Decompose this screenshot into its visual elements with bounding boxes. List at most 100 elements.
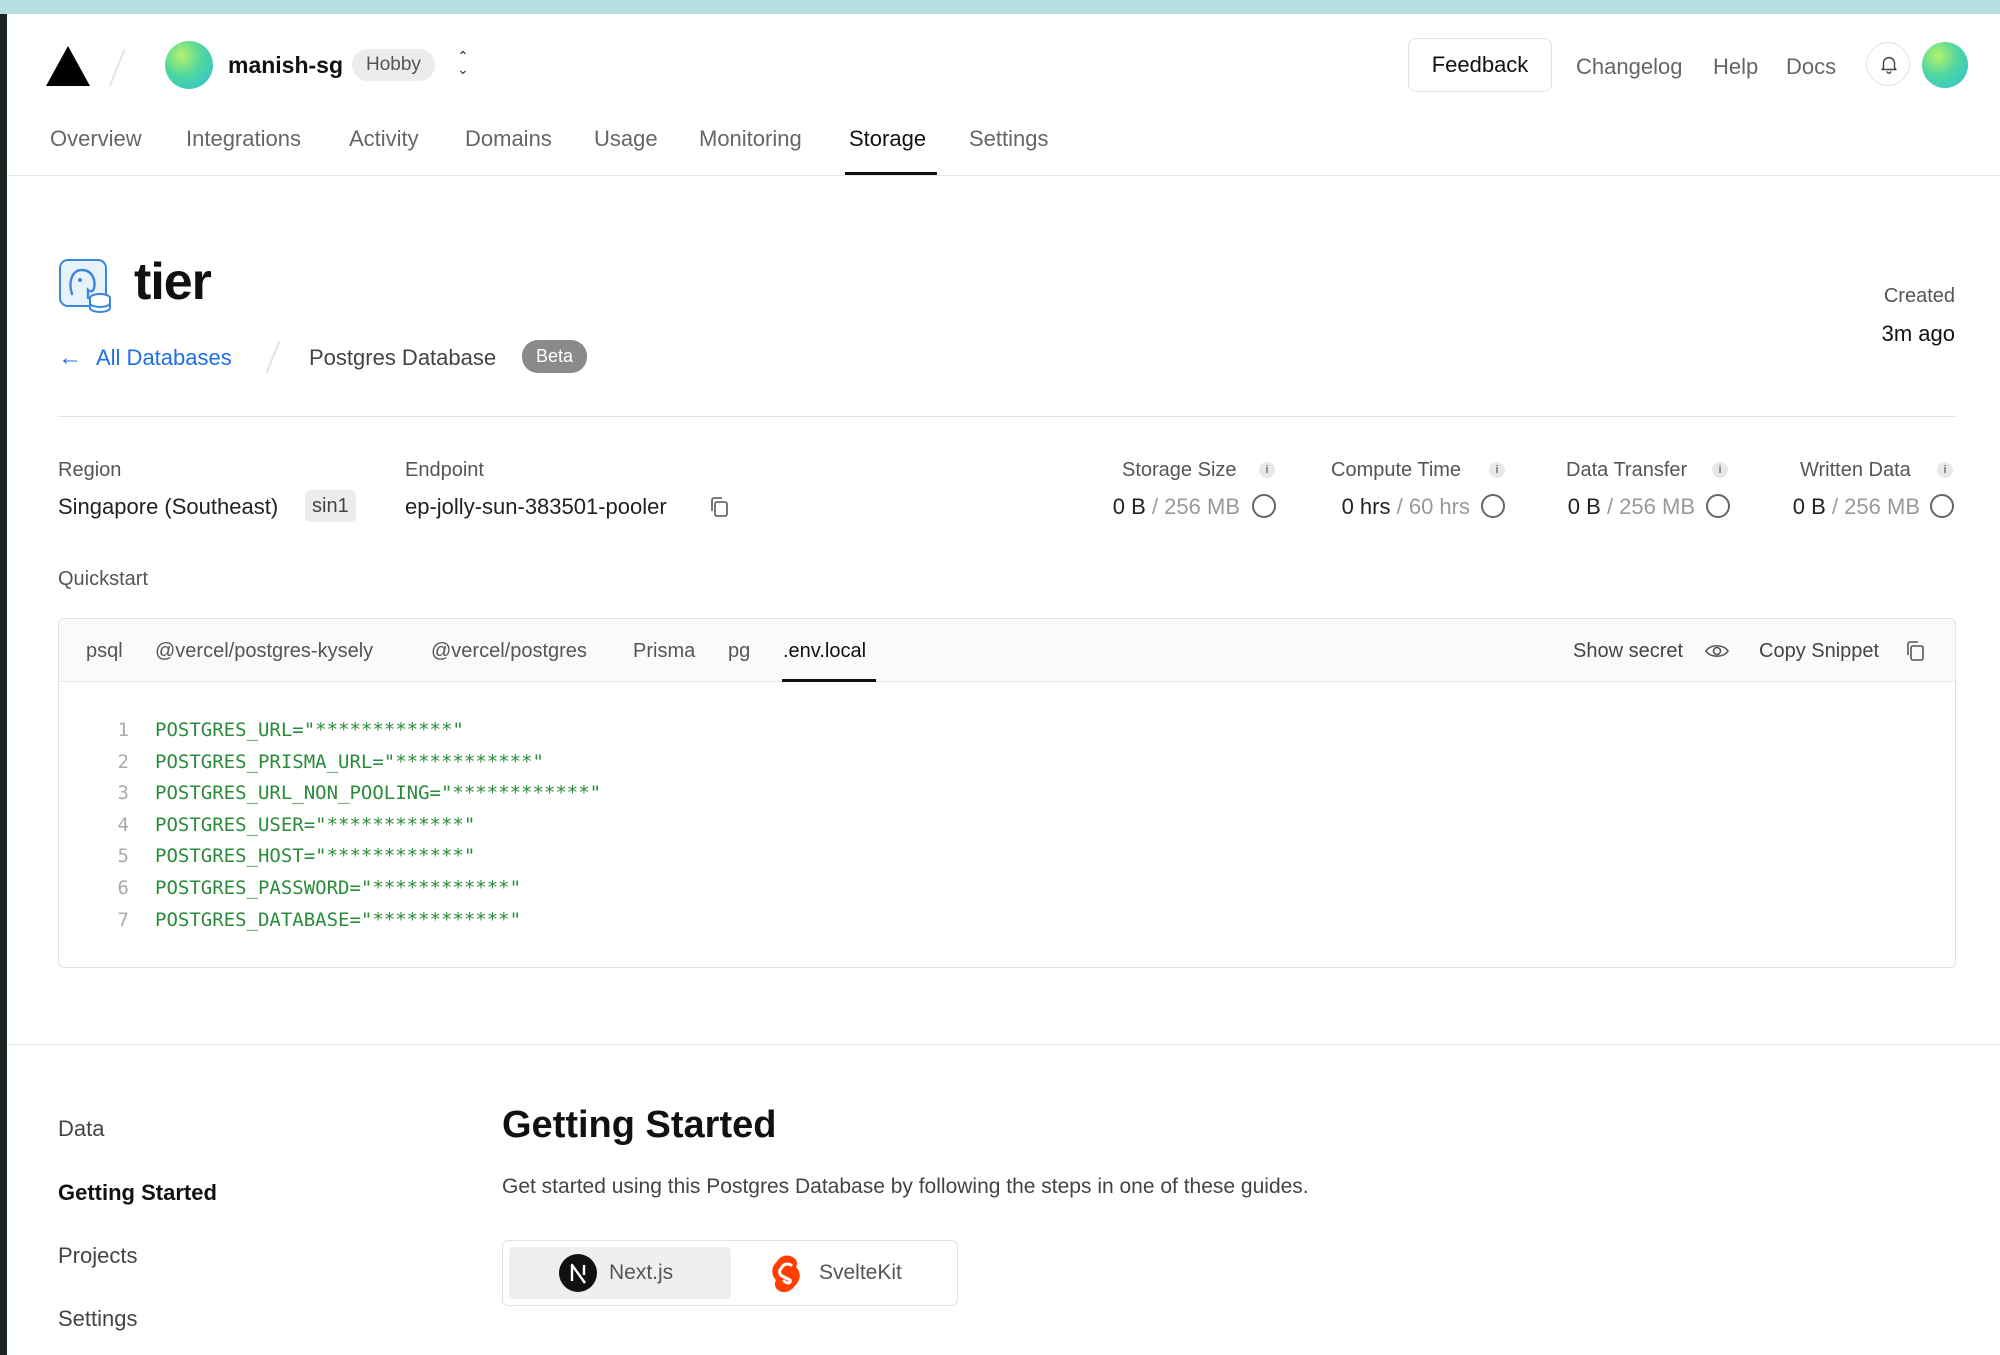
window-left-edge bbox=[0, 14, 7, 1355]
line-number: 6 bbox=[117, 877, 129, 899]
region-label: Region bbox=[58, 459, 122, 481]
line-number: 2 bbox=[117, 751, 129, 773]
sidebar-item-projects[interactable]: Projects bbox=[58, 1243, 137, 1269]
quickstart-code-panel: psql @vercel/postgres-kysely @vercel/pos… bbox=[58, 618, 1956, 968]
tab-activity[interactable]: Activity bbox=[349, 126, 419, 152]
vercel-logo-icon[interactable] bbox=[44, 44, 92, 88]
region-value: Singapore (Southeast) bbox=[58, 494, 279, 519]
line-number: 3 bbox=[117, 782, 129, 804]
eye-icon[interactable] bbox=[1705, 641, 1729, 661]
line-number: 7 bbox=[117, 909, 129, 931]
feedback-button[interactable]: Feedback bbox=[1408, 38, 1552, 92]
team-switcher-chevron-icon[interactable]: ⌃ ⌄ bbox=[452, 49, 474, 80]
transfer-usage-ring bbox=[1706, 494, 1730, 518]
notifications-button[interactable] bbox=[1866, 42, 1910, 86]
code-line: POSTGRES_HOST="************" bbox=[155, 845, 476, 867]
tab-psql[interactable]: psql bbox=[86, 640, 123, 663]
storage-usage-ring bbox=[1252, 494, 1276, 518]
code-line: POSTGRES_URL="************" bbox=[155, 719, 464, 741]
guide-sveltekit-button[interactable]: SvelteKit bbox=[735, 1247, 953, 1299]
compute-usage-ring bbox=[1481, 494, 1505, 518]
beta-badge: Beta bbox=[522, 340, 588, 373]
guide-nextjs-button[interactable]: Next.js bbox=[509, 1247, 731, 1299]
getting-started-title: Getting Started bbox=[502, 1104, 777, 1146]
data-transfer-value: 0 B / 256 MB bbox=[1567, 494, 1695, 519]
info-icon[interactable]: i bbox=[1712, 462, 1728, 478]
storage-size-value: 0 B / 256 MB bbox=[1112, 494, 1240, 519]
written-data-value: 0 B / 256 MB bbox=[1792, 494, 1920, 519]
code-line: POSTGRES_PRISMA_URL="************" bbox=[155, 751, 544, 773]
code-line: POSTGRES_DATABASE="************" bbox=[155, 909, 522, 931]
section-divider bbox=[7, 1044, 2000, 1045]
created-value: 3m ago bbox=[1881, 321, 1955, 346]
tab-overview[interactable]: Overview bbox=[50, 126, 142, 152]
tab-usage[interactable]: Usage bbox=[594, 126, 658, 152]
tab-prisma[interactable]: Prisma bbox=[633, 640, 695, 663]
show-secret-label: Show secret bbox=[1573, 640, 1684, 662]
compute-time-label: Compute Time bbox=[1331, 459, 1462, 481]
written-data-label: Written Data bbox=[1800, 459, 1911, 481]
database-name: tier bbox=[134, 253, 212, 311]
bell-icon bbox=[1881, 56, 1897, 74]
show-secret-button[interactable]: Show secret bbox=[1573, 640, 1683, 663]
postgres-database-icon bbox=[59, 259, 111, 313]
code-line: POSTGRES_PASSWORD="************" bbox=[155, 877, 522, 899]
active-snippet-tab-indicator bbox=[782, 679, 876, 682]
quickstart-label: Quickstart bbox=[58, 568, 149, 590]
changelog-link[interactable]: Changelog bbox=[1576, 54, 1682, 80]
database-type: Postgres Database bbox=[309, 345, 497, 370]
region-code-badge: sin1 bbox=[305, 490, 356, 522]
tab-env-local[interactable]: .env.local bbox=[783, 640, 866, 663]
tab-storage[interactable]: Storage bbox=[849, 126, 926, 152]
breadcrumb-separator bbox=[265, 340, 281, 374]
tab-vercel-postgres-kysely[interactable]: @vercel/postgres-kysely bbox=[155, 640, 373, 663]
header-separator bbox=[108, 49, 126, 87]
endpoint-value: ep-jolly-sun-383501-pooler bbox=[405, 494, 667, 519]
line-number: 5 bbox=[117, 845, 129, 867]
sidebar-item-getting-started[interactable]: Getting Started bbox=[58, 1180, 217, 1206]
plan-badge: Hobby bbox=[352, 49, 435, 81]
written-usage-ring bbox=[1930, 494, 1954, 518]
data-transfer-label: Data Transfer bbox=[1566, 459, 1688, 481]
info-icon[interactable]: i bbox=[1937, 462, 1953, 478]
line-number: 1 bbox=[117, 719, 129, 741]
info-icon[interactable]: i bbox=[1489, 462, 1505, 478]
tab-pg[interactable]: pg bbox=[728, 640, 750, 663]
nav-divider bbox=[7, 175, 2000, 176]
tab-integrations[interactable]: Integrations bbox=[186, 126, 301, 152]
copy-icon[interactable] bbox=[1905, 640, 1925, 662]
team-name[interactable]: manish-sg bbox=[228, 52, 343, 79]
created-label: Created bbox=[1883, 285, 1955, 307]
help-link[interactable]: Help bbox=[1713, 54, 1758, 80]
window-top-strip bbox=[0, 0, 2000, 14]
compute-time-value: 0 hrs / 60 hrs bbox=[1341, 494, 1470, 519]
tab-settings[interactable]: Settings bbox=[969, 126, 1049, 152]
tab-vercel-postgres[interactable]: @vercel/postgres bbox=[431, 640, 587, 663]
snippet-tabs: psql @vercel/postgres-kysely @vercel/pos… bbox=[59, 619, 1955, 682]
all-databases-link[interactable]: All Databases bbox=[96, 345, 232, 371]
team-avatar[interactable] bbox=[165, 41, 213, 89]
guide-sveltekit-label: SvelteKit bbox=[819, 1261, 902, 1284]
getting-started-description: Get started using this Postgres Database… bbox=[502, 1175, 1309, 1198]
framework-guide-selector: Next.js SvelteKit bbox=[502, 1240, 958, 1306]
copy-snippet-button[interactable]: Copy Snippet bbox=[1759, 640, 1879, 663]
code-line: POSTGRES_USER="************" bbox=[155, 814, 476, 836]
section-divider bbox=[58, 416, 1956, 417]
info-icon[interactable]: i bbox=[1259, 462, 1275, 478]
arrow-left-icon[interactable]: ← bbox=[58, 344, 82, 372]
sveltekit-icon bbox=[772, 1255, 800, 1293]
sidebar-item-settings[interactable]: Settings bbox=[58, 1306, 138, 1332]
guide-nextjs-label: Next.js bbox=[609, 1261, 674, 1284]
code-line: POSTGRES_URL_NON_POOLING="************" bbox=[155, 782, 602, 804]
sidebar-item-data[interactable]: Data bbox=[58, 1116, 104, 1142]
copy-endpoint-icon[interactable] bbox=[709, 496, 729, 518]
nextjs-icon bbox=[559, 1254, 597, 1292]
storage-size-label: Storage Size bbox=[1122, 459, 1237, 481]
docs-link[interactable]: Docs bbox=[1786, 54, 1836, 80]
tab-monitoring[interactable]: Monitoring bbox=[699, 126, 802, 152]
user-avatar[interactable] bbox=[1922, 42, 1968, 88]
endpoint-label: Endpoint bbox=[405, 459, 484, 481]
copy-snippet-label: Copy Snippet bbox=[1759, 640, 1880, 662]
line-number: 4 bbox=[117, 814, 129, 836]
tab-domains[interactable]: Domains bbox=[465, 126, 552, 152]
